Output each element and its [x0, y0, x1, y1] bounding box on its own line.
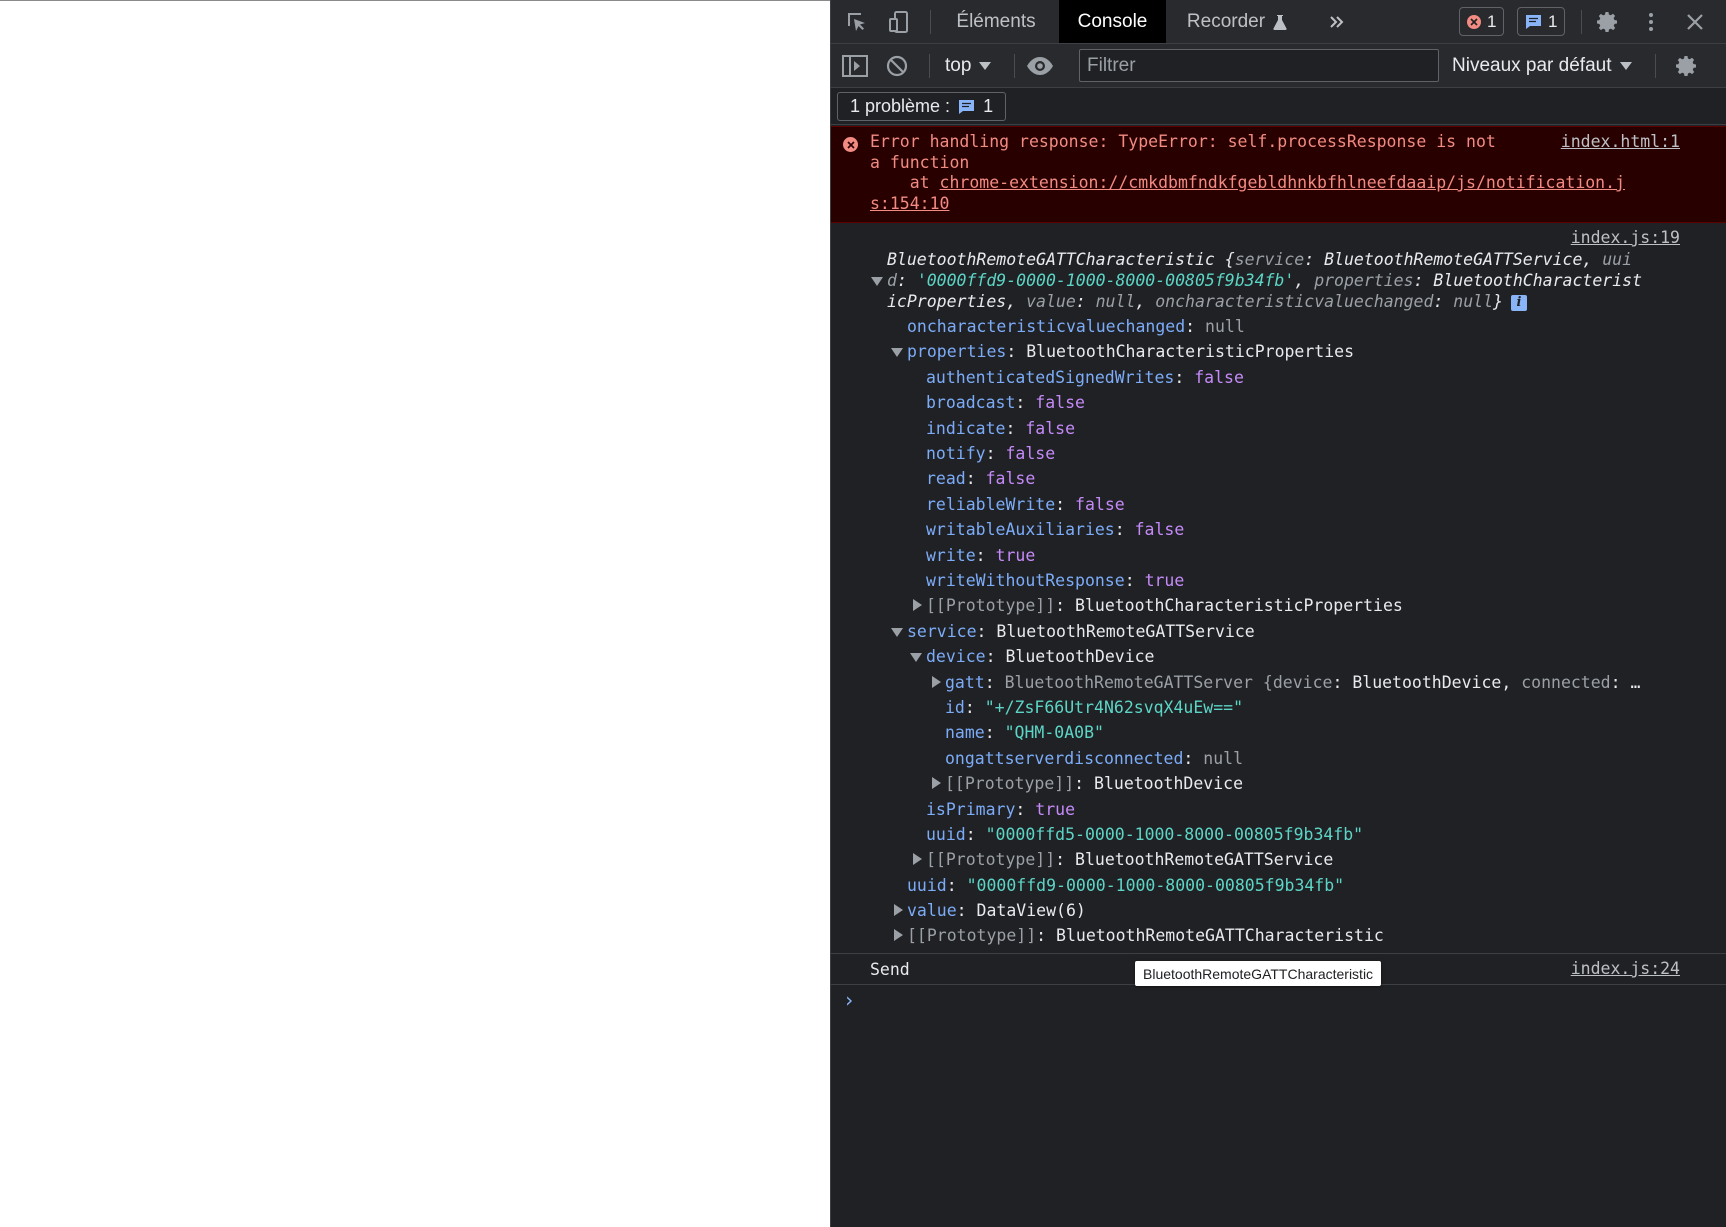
- live-expression-eye-icon[interactable]: [1026, 52, 1054, 80]
- caret-down-icon: [979, 62, 992, 70]
- property-row[interactable]: value: DataView(6): [907, 900, 1086, 921]
- context-label: top: [945, 55, 972, 76]
- error-circle-icon: [843, 137, 858, 152]
- expand-triangle-icon[interactable]: [891, 628, 903, 637]
- error-text: a function: [870, 153, 970, 172]
- property-row[interactable]: gatt: BluetoothRemoteGATTServer {device:…: [945, 672, 1640, 693]
- devtools-panel: Éléments Console Recorder 1 1 top Filtre…: [830, 0, 1726, 1227]
- property-row[interactable]: [[Prototype]]: BluetoothDevice: [945, 773, 1243, 794]
- collapse-triangle-icon[interactable]: [932, 777, 941, 789]
- property-row[interactable]: write: true: [926, 545, 1035, 566]
- console-toolbar: top Niveaux par défaut: [831, 44, 1726, 88]
- sidebar-toggle-icon[interactable]: [841, 52, 869, 80]
- property-row[interactable]: [[Prototype]]: BluetoothRemoteGATTServic…: [926, 849, 1333, 870]
- message-icon: [1526, 14, 1541, 29]
- property-row[interactable]: ongattserverdisconnected: null: [945, 748, 1243, 769]
- object-preview-line[interactable]: icProperties, value: null, oncharacteris…: [887, 291, 1527, 312]
- property-row[interactable]: oncharacteristicvaluechanged: null: [907, 316, 1245, 337]
- console-settings-gear-icon[interactable]: [1673, 52, 1701, 80]
- close-icon[interactable]: [1681, 8, 1709, 36]
- log-levels-label: Niveaux par défaut: [1452, 55, 1612, 76]
- error-source-link[interactable]: index.html:1: [1561, 132, 1680, 151]
- toolbar-divider: [1014, 54, 1015, 78]
- property-row[interactable]: authenticatedSignedWrites: false: [926, 367, 1244, 388]
- expand-triangle-icon[interactable]: [871, 277, 883, 286]
- property-row[interactable]: broadcast: false: [926, 392, 1085, 413]
- error-circle-icon: [1467, 14, 1481, 29]
- property-row[interactable]: properties: BluetoothCharacteristicPrope…: [907, 341, 1354, 362]
- tab-elements[interactable]: Éléments: [944, 0, 1048, 43]
- property-row[interactable]: name: "QHM-0A0B": [945, 722, 1104, 743]
- object-preview-line[interactable]: d: '0000ffd9-0000-1000-8000-00805f9b34fb…: [887, 270, 1642, 291]
- flask-icon: [1273, 14, 1287, 30]
- error-stack-prefix: at: [870, 173, 940, 192]
- property-row[interactable]: reliableWrite: false: [926, 494, 1125, 515]
- collapse-triangle-icon[interactable]: [932, 676, 941, 688]
- property-row[interactable]: [[Prototype]]: BluetoothRemoteGATTCharac…: [907, 925, 1384, 946]
- web-page-viewport: [0, 0, 830, 1227]
- device-toolbar-icon[interactable]: [885, 8, 913, 36]
- property-row[interactable]: writableAuxiliaries: false: [926, 519, 1184, 540]
- issues-bar: 1 problème : 1: [831, 88, 1726, 125]
- console-prompt[interactable]: ›: [843, 988, 855, 1012]
- inspect-element-icon[interactable]: [843, 8, 871, 36]
- hover-tooltip: BluetoothRemoteGATTCharacteristic: [1135, 961, 1382, 986]
- property-row[interactable]: [[Prototype]]: BluetoothCharacteristicPr…: [926, 595, 1403, 616]
- clear-console-icon[interactable]: [883, 52, 911, 80]
- property-row[interactable]: notify: false: [926, 443, 1055, 464]
- info-icon[interactable]: i: [1510, 294, 1527, 311]
- filter-input[interactable]: [1079, 49, 1439, 82]
- property-row[interactable]: isPrimary: true: [926, 799, 1075, 820]
- console-error-message: Error handling response: TypeError: self…: [831, 126, 1726, 223]
- message-icon: [959, 99, 975, 114]
- tab-recorder[interactable]: Recorder: [1177, 0, 1297, 43]
- toolbar-divider: [1581, 10, 1582, 34]
- error-stack-link[interactable]: chrome-extension://cmkdbmfndkfgebldhnkbf…: [940, 173, 1625, 192]
- error-text: Error handling response: TypeError: self…: [870, 132, 1496, 151]
- more-options-icon[interactable]: [1637, 8, 1665, 36]
- toolbar-divider: [929, 54, 930, 78]
- error-count-badge[interactable]: 1: [1459, 7, 1505, 36]
- error-count: 1: [1487, 11, 1497, 31]
- expand-triangle-icon[interactable]: [910, 653, 922, 662]
- log-levels-dropdown[interactable]: Niveaux par défaut: [1452, 53, 1632, 79]
- property-row[interactable]: read: false: [926, 468, 1035, 489]
- property-row[interactable]: writeWithoutResponse: true: [926, 570, 1184, 591]
- expand-triangle-icon[interactable]: [891, 348, 903, 357]
- log-source-link[interactable]: index.js:24: [1571, 959, 1680, 978]
- log-text: Send: [870, 960, 910, 979]
- collapse-triangle-icon[interactable]: [894, 904, 903, 916]
- settings-gear-icon[interactable]: [1594, 8, 1622, 36]
- collapse-triangle-icon[interactable]: [894, 929, 903, 941]
- issues-label: 1 problème :: [850, 96, 951, 116]
- caret-down-icon: [1619, 62, 1632, 70]
- error-stack-link[interactable]: s:154:10: [870, 194, 949, 213]
- context-selector[interactable]: top: [945, 53, 992, 79]
- message-count-badge[interactable]: 1: [1517, 7, 1566, 36]
- issues-button[interactable]: 1 problème : 1: [837, 92, 1007, 121]
- property-row[interactable]: indicate: false: [926, 418, 1075, 439]
- property-row[interactable]: device: BluetoothDevice: [926, 646, 1155, 667]
- message-count: 1: [1548, 11, 1558, 31]
- toolbar-divider: [930, 10, 931, 34]
- more-tabs-button[interactable]: [1317, 0, 1357, 43]
- devtools-tab-bar: Éléments Console Recorder 1 1: [831, 0, 1726, 44]
- chevron-double-right-icon: [1330, 15, 1344, 28]
- tab-label: Éléments: [956, 10, 1036, 32]
- tab-label: Console: [1077, 10, 1148, 32]
- property-row[interactable]: uuid: "0000ffd5-0000-1000-8000-00805f9b3…: [926, 824, 1363, 845]
- toolbar-divider: [1655, 54, 1656, 78]
- property-row[interactable]: id: "+/ZsF66Utr4N62svqX4uEw==": [945, 697, 1243, 718]
- log-source-link[interactable]: index.js:19: [1571, 228, 1680, 247]
- issues-count: 1: [983, 96, 994, 116]
- property-row[interactable]: uuid: "0000ffd9-0000-1000-8000-00805f9b3…: [907, 875, 1344, 896]
- tab-console[interactable]: Console: [1059, 0, 1166, 43]
- collapse-triangle-icon[interactable]: [913, 853, 922, 865]
- object-preview-line[interactable]: BluetoothRemoteGATTCharacteristic {servi…: [887, 249, 1632, 270]
- tab-label: Recorder: [1186, 10, 1266, 32]
- collapse-triangle-icon[interactable]: [913, 599, 922, 611]
- property-row[interactable]: service: BluetoothRemoteGATTService: [907, 621, 1255, 642]
